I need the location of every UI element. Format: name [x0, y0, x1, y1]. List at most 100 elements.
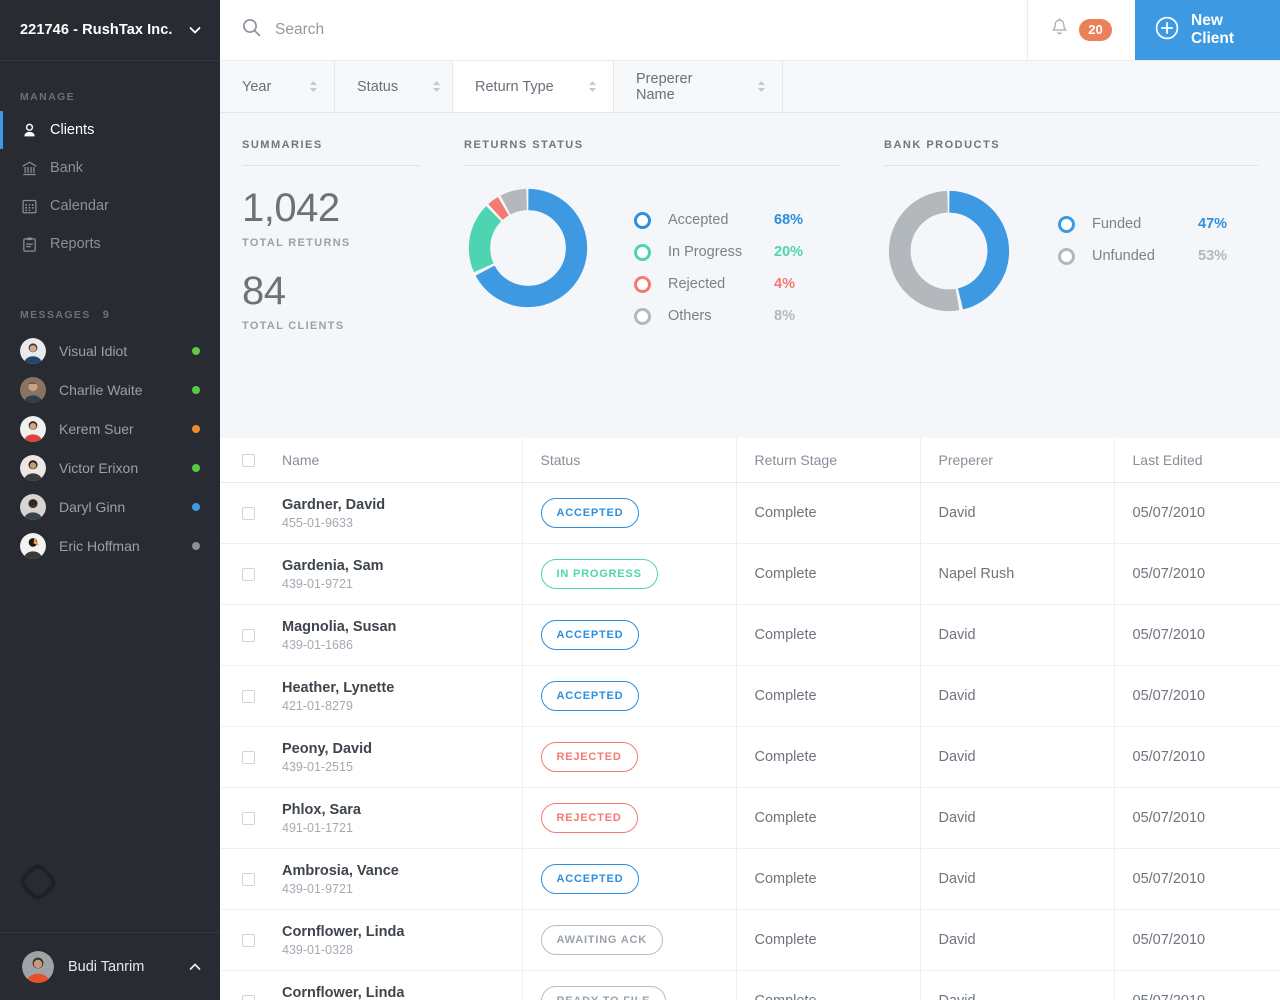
row-checkbox[interactable] [242, 690, 255, 703]
cell-return-stage: Complete [736, 849, 920, 910]
app-root: 221746 - RushTax Inc. MANAGE Clients [0, 0, 1280, 1000]
user-menu[interactable]: Budi Tanrim [0, 932, 220, 1000]
table-row[interactable]: Phlox, Sara 491-01-1721 REJECTED Complet… [220, 788, 1280, 849]
legend-value: 68% [774, 212, 803, 228]
metric-value: 1,042 [242, 188, 420, 228]
cell-name: Heather, Lynette 421-01-8279 [282, 666, 522, 727]
panel-title: RETURNS STATUS [464, 139, 840, 165]
filter-label: Status [357, 79, 398, 95]
row-checkbox[interactable] [242, 812, 255, 825]
client-ssn: 491-01-1721 [282, 818, 522, 835]
sidebar-item-calendar[interactable]: Calendar [0, 187, 220, 225]
table-row[interactable]: Heather, Lynette 421-01-8279 ACCEPTED Co… [220, 666, 1280, 727]
message-item[interactable]: Visual Idiot [0, 331, 220, 370]
table-row[interactable]: Gardner, David 455-01-9633 ACCEPTED Comp… [220, 483, 1280, 544]
filter-status[interactable]: Status [335, 61, 453, 112]
search-input[interactable] [275, 10, 1027, 50]
sidebar-item-bank[interactable]: Bank [0, 149, 220, 187]
row-checkbox[interactable] [242, 934, 255, 947]
message-name: Visual Idiot [59, 343, 192, 359]
message-item[interactable]: Charlie Waite [0, 370, 220, 409]
panel-title: BANK PRODUCTS [884, 139, 1258, 165]
chevron-up-icon [188, 960, 202, 974]
status-badge: ACCEPTED [541, 498, 640, 528]
calendar-icon [20, 197, 38, 215]
table-row[interactable]: Peony, David 439-01-2515 REJECTED Comple… [220, 727, 1280, 788]
message-name: Victor Erixon [59, 460, 192, 476]
row-checkbox[interactable] [242, 629, 255, 642]
row-checkbox[interactable] [242, 568, 255, 581]
sidebar-item-clients[interactable]: Clients [0, 111, 220, 149]
bank-icon [20, 159, 38, 177]
row-checkbox[interactable] [242, 751, 255, 764]
table-row[interactable]: Cornflower, Linda 439-01-0328 AWAITING A… [220, 910, 1280, 971]
avatar [20, 338, 46, 364]
returns-status-legend: Accepted 68% In Progress 20% Rejected 4% [634, 184, 803, 332]
client-name: Phlox, Sara [282, 802, 522, 818]
client-name: Ambrosia, Vance [282, 863, 522, 879]
message-name: Charlie Waite [59, 382, 192, 398]
table-row[interactable]: Ambrosia, Vance 439-01-9721 ACCEPTED Com… [220, 849, 1280, 910]
sidebar: 221746 - RushTax Inc. MANAGE Clients [0, 0, 220, 1000]
presence-dot [192, 542, 200, 550]
column-header-name[interactable]: Name [282, 438, 522, 483]
bank-products-donut-chart [884, 186, 1014, 321]
legend-label: In Progress [668, 244, 774, 260]
client-name: Gardner, David [282, 497, 522, 513]
sidebar-item-reports[interactable]: Reports [0, 225, 220, 263]
cell-return-stage: Complete [736, 788, 920, 849]
filter-year[interactable]: Year [220, 61, 335, 112]
table-row[interactable]: Gardenia, Sam 439-01-9721 IN PROGRESS Co… [220, 544, 1280, 605]
cell-return-stage: Complete [736, 605, 920, 666]
filter-return-type[interactable]: Return Type [453, 61, 614, 112]
select-all-checkbox[interactable] [242, 454, 255, 467]
bank-products-chart-row: Funded 47% Unfunded 53% [884, 166, 1258, 321]
cell-status: ACCEPTED [522, 483, 736, 544]
presence-dot [192, 464, 200, 472]
column-header-last-edited[interactable]: Last Edited [1114, 438, 1280, 483]
filter-label: Return Type [475, 79, 554, 95]
cell-return-stage: Complete [736, 666, 920, 727]
legend-marker [634, 212, 651, 229]
client-name: Magnolia, Susan [282, 619, 522, 635]
column-header-preparer[interactable]: Preperer [920, 438, 1114, 483]
primary-nav: Clients Bank Calendar [0, 111, 220, 263]
legend-item-funded: Funded 47% [1058, 208, 1227, 240]
slice-unfunded [900, 202, 999, 301]
messages-count: 9 [103, 309, 109, 321]
legend-marker [1058, 248, 1075, 265]
status-badge: AWAITING ACK [541, 925, 663, 955]
cell-preparer: David [920, 483, 1114, 544]
message-item[interactable]: Eric Hoffman [0, 526, 220, 565]
notifications-button[interactable]: 20 [1027, 0, 1135, 60]
org-switcher[interactable]: 221746 - RushTax Inc. [0, 0, 220, 61]
main-area: 20 New Client Year Status [220, 0, 1280, 1000]
cell-last-edited: 05/07/2010 [1114, 910, 1280, 971]
search-icon [242, 18, 261, 42]
new-client-button[interactable]: New Client [1135, 0, 1280, 60]
client-ssn: 439-01-0328 [282, 940, 522, 957]
message-name: Daryl Ginn [59, 499, 192, 515]
table-row[interactable]: Cornflower, Linda 439-01-0328 READY TO F… [220, 971, 1280, 1000]
clients-table-container: Name Status Return Stage Preperer Last E… [220, 438, 1280, 1000]
column-header-status[interactable]: Status [522, 438, 736, 483]
top-bar: 20 New Client [220, 0, 1280, 61]
column-header-return-stage[interactable]: Return Stage [736, 438, 920, 483]
cell-status: REJECTED [522, 788, 736, 849]
cell-name: Gardenia, Sam 439-01-9721 [282, 544, 522, 605]
message-item[interactable]: Kerem Suer [0, 409, 220, 448]
legend-item-in-progress: In Progress 20% [634, 236, 803, 268]
message-item[interactable]: Daryl Ginn [0, 487, 220, 526]
row-checkbox[interactable] [242, 995, 255, 1000]
table-row[interactable]: Magnolia, Susan 439-01-1686 ACCEPTED Com… [220, 605, 1280, 666]
bell-icon [1051, 18, 1068, 42]
client-ssn: 439-01-9721 [282, 879, 522, 896]
client-name: Heather, Lynette [282, 680, 522, 696]
row-checkbox[interactable] [242, 507, 255, 520]
status-badge: ACCEPTED [541, 620, 640, 650]
message-item[interactable]: Victor Erixon [0, 448, 220, 487]
row-checkbox[interactable] [242, 873, 255, 886]
avatar [20, 377, 46, 403]
filter-preparer-name[interactable]: Preperer Name [614, 61, 783, 112]
bank-products-legend: Funded 47% Unfunded 53% [1058, 186, 1227, 272]
